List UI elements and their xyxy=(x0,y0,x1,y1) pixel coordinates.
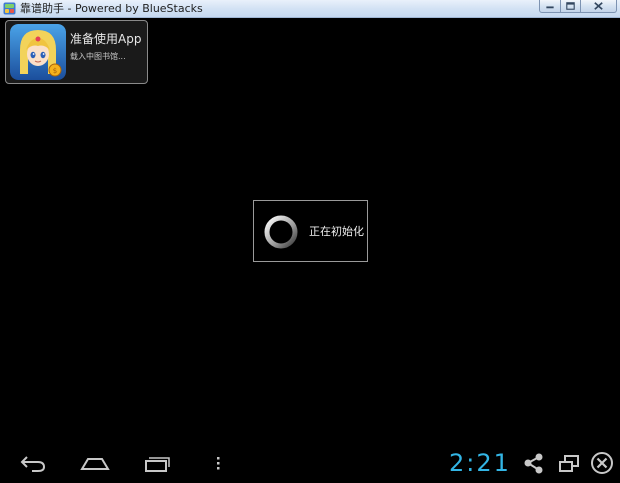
app-notification[interactable]: $ 准备使用App 载入中图书馆... xyxy=(5,20,148,84)
bluestacks-window: 靠谱助手 - Powered by BlueStacks $ 准备使用App 载… xyxy=(0,0,620,483)
bluestacks-icon xyxy=(3,2,16,15)
menu-icon[interactable] xyxy=(212,451,224,475)
spinner-icon xyxy=(264,215,298,249)
close-button[interactable] xyxy=(581,0,617,13)
window-title: 靠谱助手 - Powered by BlueStacks xyxy=(20,2,203,15)
window-mode-icon[interactable] xyxy=(557,451,581,475)
close-icon xyxy=(594,2,603,10)
close-circle-icon[interactable] xyxy=(590,451,614,475)
notification-title: 准备使用App xyxy=(70,32,142,46)
maximize-button[interactable] xyxy=(561,0,581,13)
loading-dialog: 正在初始化 xyxy=(253,200,368,262)
caption-buttons xyxy=(539,0,617,14)
notification-subtitle: 载入中图书馆... xyxy=(70,52,126,61)
game-character-avatar: $ xyxy=(10,24,66,80)
back-icon[interactable] xyxy=(18,451,48,475)
android-navbar: 2:21 xyxy=(0,443,620,483)
loading-text: 正在初始化 xyxy=(309,225,364,238)
maximize-icon xyxy=(566,2,575,10)
share-icon[interactable] xyxy=(523,451,545,475)
window-titlebar[interactable]: 靠谱助手 - Powered by BlueStacks xyxy=(0,0,620,18)
clock: 2:21 xyxy=(449,449,511,477)
home-icon[interactable] xyxy=(79,451,111,475)
minimize-button[interactable] xyxy=(539,0,561,13)
minimize-icon xyxy=(546,6,554,9)
recent-apps-icon[interactable] xyxy=(142,451,172,475)
svg-text:$: $ xyxy=(53,67,57,75)
